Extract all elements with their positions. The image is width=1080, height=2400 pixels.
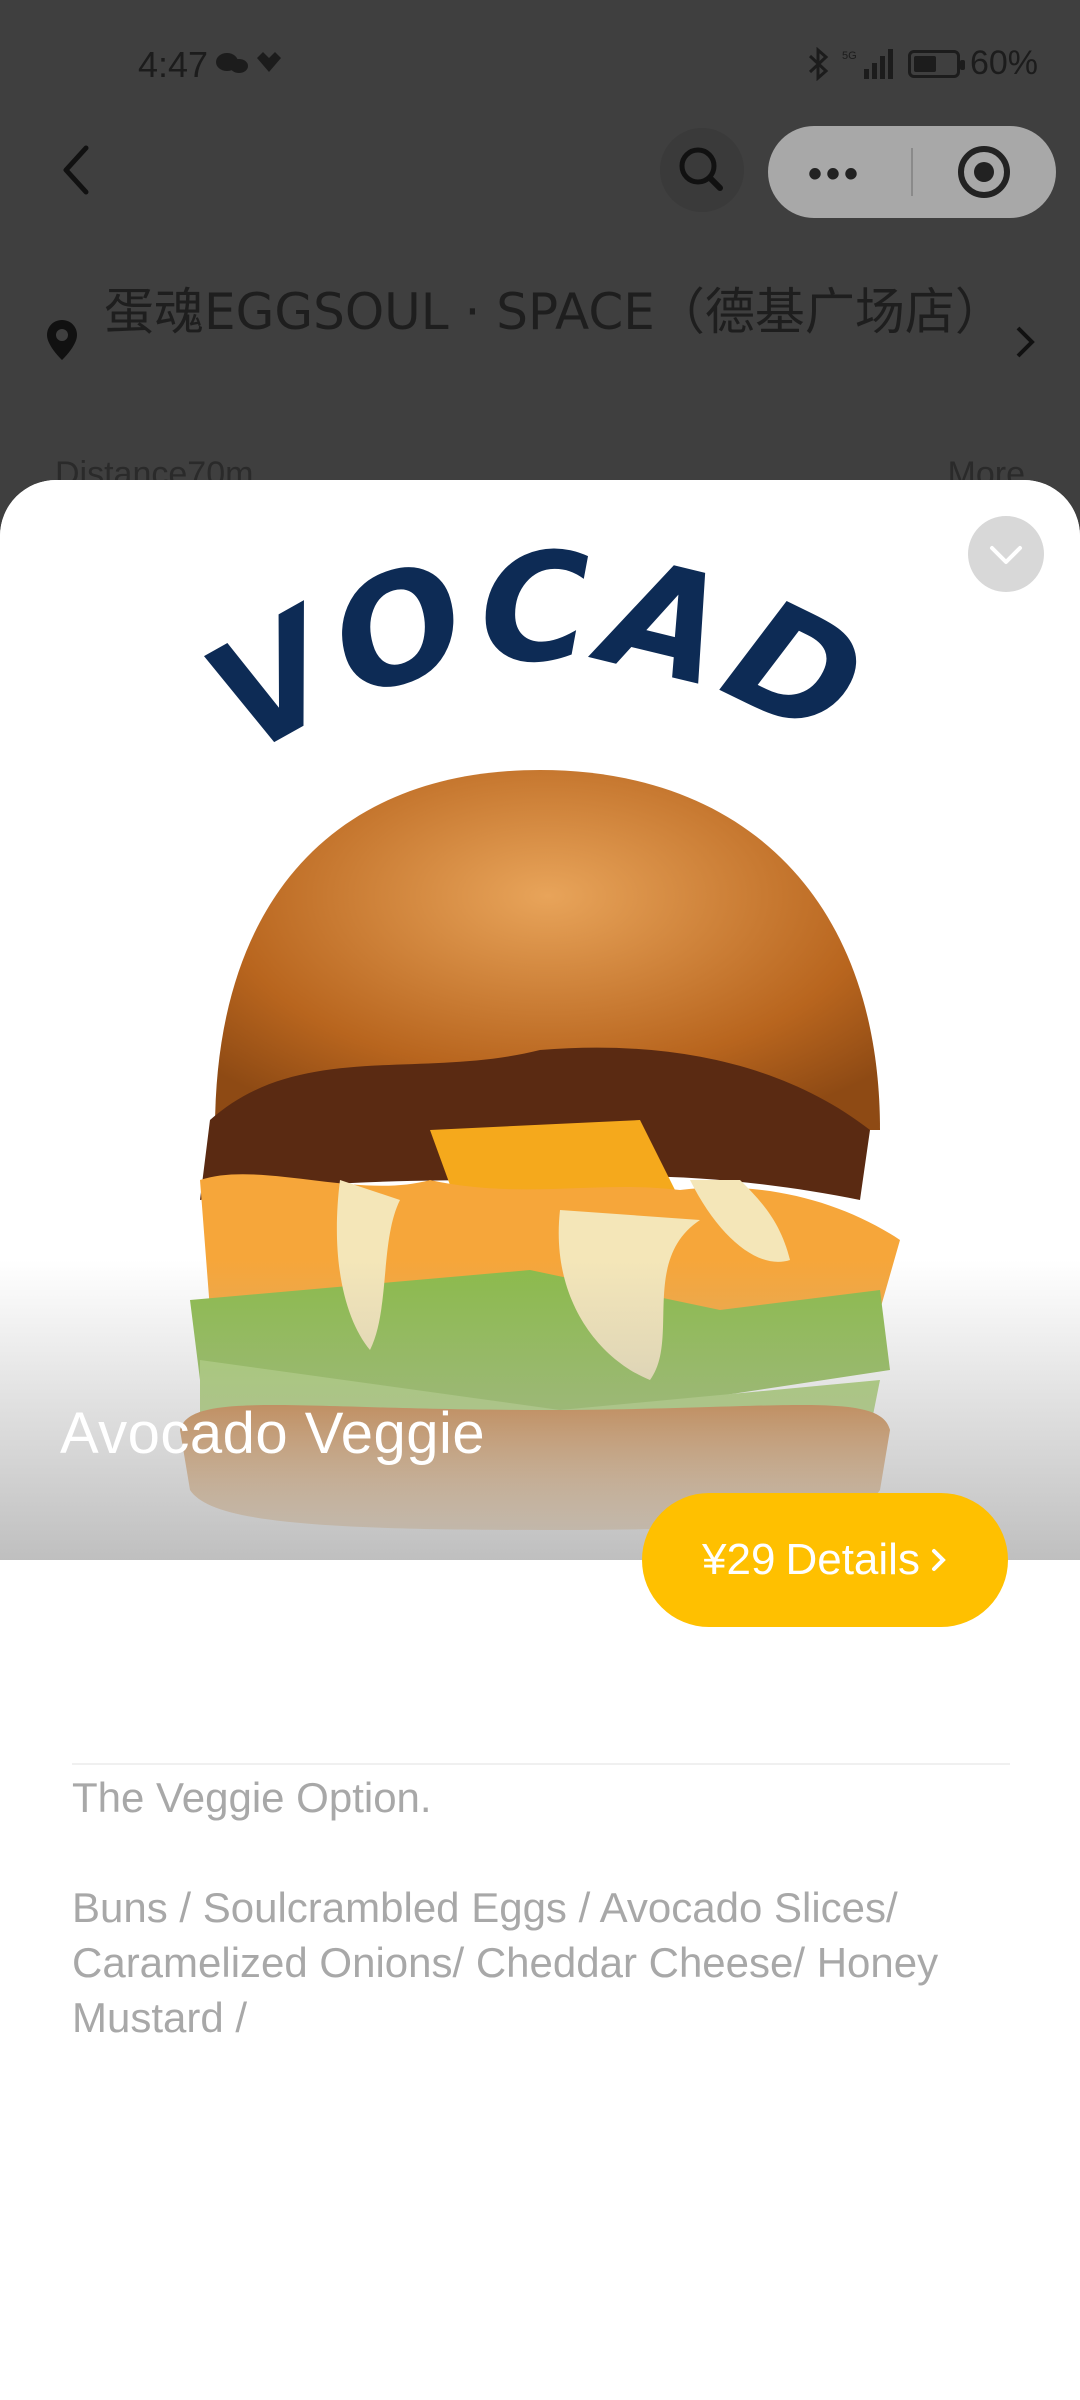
status-time: 4:47 [138, 44, 209, 85]
section-divider [72, 1763, 1010, 1765]
search-icon [679, 147, 723, 191]
back-button[interactable] [52, 140, 102, 200]
capsule-divider [911, 148, 913, 196]
signal-icon: 5G [842, 48, 893, 79]
more-dots-icon[interactable]: ••• [808, 152, 862, 197]
chevron-right-icon [1016, 326, 1035, 358]
product-name: Avocado Veggie [60, 1401, 486, 1466]
battery-icon [907, 49, 965, 78]
status-bar: 4:47 5G 60% [0, 0, 1080, 130]
mini-program-capsule: ••• [768, 126, 1056, 218]
location-pin-icon [47, 320, 77, 360]
avocado-logo-text: AVOCADO [0, 480, 894, 789]
status-right: 5G 60% [806, 44, 1038, 83]
svg-text:5G: 5G [842, 50, 857, 62]
target-icon[interactable] [958, 146, 1010, 198]
bluetooth-icon [808, 46, 829, 81]
store-row[interactable]: 蛋魂EGGSOUL · SPACE（德基广场店） [40, 270, 1040, 420]
price-details-button[interactable]: ¥29 Details [642, 1493, 1008, 1627]
product-description: The Veggie Option. Buns / Soulcrambled E… [72, 1774, 939, 2041]
notification-icons [215, 48, 287, 86]
back-icon [63, 145, 89, 195]
wechat-icon [216, 52, 281, 73]
product-image: AVOCADO Avocado Veggie [0, 480, 1080, 1560]
price-label: ¥29 [702, 1535, 776, 1584]
chevron-right-icon [931, 1549, 946, 1571]
details-label: Details [785, 1535, 920, 1584]
search-button[interactable] [660, 128, 744, 212]
store-name: 蛋魂EGGSOUL · SPACE（德基广场店） [104, 283, 1005, 341]
collapse-button[interactable] [968, 516, 1044, 592]
chevron-down-icon [990, 546, 1022, 564]
product-detail-sheet: AVOCADO Avocado Veggie ¥29 Details [0, 480, 1080, 2400]
battery-percent: 60% [969, 44, 1038, 82]
